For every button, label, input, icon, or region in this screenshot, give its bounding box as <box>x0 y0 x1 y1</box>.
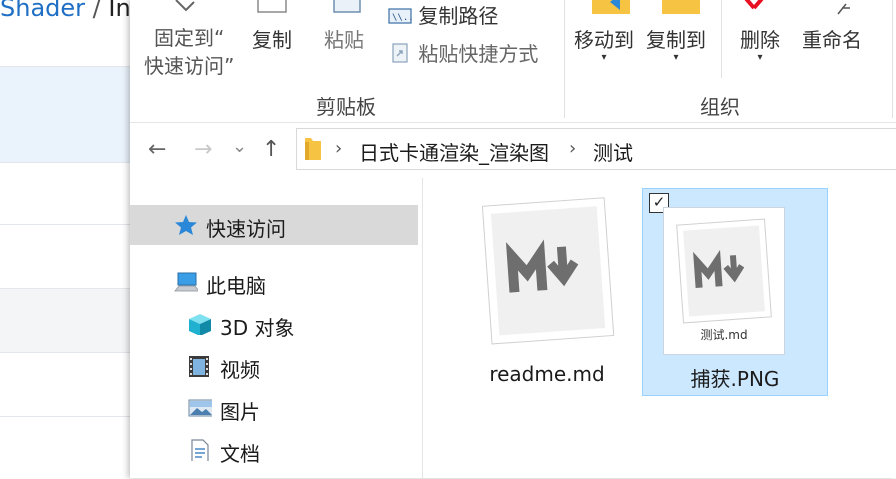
recent-locations-icon[interactable]: ⌄ <box>232 136 247 157</box>
address-bar[interactable]: › 日式卡通渲染_渲染图 › 测试 <box>296 128 896 170</box>
background-row[interactable] <box>0 224 130 289</box>
background-row[interactable] <box>0 352 130 417</box>
nav-item-label: 快速访问 <box>206 217 286 241</box>
breadcrumb-separator-icon[interactable]: › <box>569 138 576 159</box>
copy-button[interactable]: 复制 <box>252 24 292 53</box>
nav-item-pictures[interactable]: 图片 <box>130 388 418 428</box>
delete-icon <box>744 0 764 10</box>
copy-path-icon: \\.. <box>388 8 414 24</box>
background-row[interactable] <box>0 288 130 353</box>
chevron-down-icon: ▾ <box>757 52 763 63</box>
organize-group-label: 组织 <box>700 95 740 119</box>
paste-shortcut-button[interactable]: 粘贴快捷方式 <box>388 38 538 67</box>
background-row[interactable] <box>0 162 130 225</box>
background-window[interactable]: Shader / In <box>0 0 131 479</box>
file-list: readme.md ✓ 测试.md 捕获.PNG <box>423 178 896 478</box>
rename-icon <box>837 3 850 15</box>
rename-button[interactable]: 重命名 <box>802 24 862 53</box>
back-arrow-icon[interactable]: ← <box>148 137 166 162</box>
nav-item-this-pc[interactable]: 此电脑 <box>130 262 418 302</box>
paste-label: 粘贴 <box>324 28 364 52</box>
paste-icon <box>333 0 361 13</box>
background-row[interactable] <box>0 416 130 479</box>
chevron-down-icon: ▾ <box>601 52 607 63</box>
svg-text:\\..: \\.. <box>392 13 412 23</box>
move-to-icon <box>592 0 630 14</box>
file-item-selected[interactable]: ✓ 测试.md 捕获.PNG <box>642 188 828 396</box>
title-rest: In <box>108 0 131 22</box>
breadcrumb-item[interactable]: 测试 <box>593 137 633 166</box>
copy-to-label: 复制到 <box>646 28 706 52</box>
copy-path-button[interactable]: \\.. 复制路径 <box>388 0 498 29</box>
paste-shortcut-label: 粘贴快捷方式 <box>418 42 539 66</box>
pin-label-line2: 快速访问” <box>144 54 235 78</box>
nav-item-label: 视频 <box>220 358 260 382</box>
nav-item-quick-access[interactable]: 快速访问 <box>130 205 418 245</box>
ribbon: 固定到“ 快速访问” 复制 粘贴 \\.. 复制路径 粘贴快捷方式 剪贴板 移动… <box>130 0 896 123</box>
file-explorer-window: 固定到“ 快速访问” 复制 粘贴 \\.. 复制路径 粘贴快捷方式 剪贴板 移动… <box>130 0 896 478</box>
folder-icon <box>305 138 321 160</box>
cube-3d-icon <box>189 314 211 335</box>
title-primary: Shader <box>0 0 86 22</box>
markdown-preview-icon <box>676 218 772 324</box>
paste-shortcut-icon <box>392 43 408 63</box>
copy-label: 复制 <box>252 28 292 52</box>
video-icon <box>189 356 209 377</box>
ribbon-divider <box>564 0 565 118</box>
rename-label: 重命名 <box>802 28 862 52</box>
pin-label-line1: 固定到“ <box>154 26 225 50</box>
nav-item-documents[interactable]: 文档 <box>130 430 418 470</box>
markdown-file-icon <box>481 197 615 345</box>
copy-icon <box>257 0 287 13</box>
move-to-button[interactable]: 移动到 ▾ <box>574 24 634 63</box>
ribbon-divider <box>721 0 722 78</box>
star-icon <box>175 215 197 235</box>
paste-button[interactable]: 粘贴 <box>324 24 364 53</box>
forward-arrow-icon[interactable]: → <box>194 137 212 162</box>
pin-to-quick-access-button[interactable]: 固定到“ 快速访问” <box>144 24 234 80</box>
file-name: 捕获.PNG <box>690 367 780 391</box>
image-thumbnail-icon: 测试.md <box>663 207 785 355</box>
delete-button[interactable]: 删除 ▾ <box>740 24 780 63</box>
background-window-title: Shader / In <box>0 0 131 22</box>
clipboard-group-label: 剪贴板 <box>316 95 376 119</box>
nav-item-label: 图片 <box>220 400 260 424</box>
nav-item-label: 此电脑 <box>206 274 266 298</box>
background-row-highlighted[interactable] <box>0 66 130 163</box>
nav-item-label: 文档 <box>220 442 260 466</box>
navigation-pane: 快速访问 此电脑 3D 对象 视频 图片 文档 <box>130 178 423 478</box>
ribbon-divider <box>892 0 893 118</box>
file-name: readme.md <box>489 362 605 386</box>
breadcrumb-item[interactable]: 日式卡通渲染_渲染图 <box>359 137 549 166</box>
copy-to-icon <box>662 0 700 14</box>
delete-label: 删除 <box>740 28 780 52</box>
pictures-icon <box>188 399 212 417</box>
move-to-label: 移动到 <box>574 28 634 52</box>
documents-icon <box>191 439 209 461</box>
pin-icon <box>175 0 195 12</box>
chevron-down-icon: ▾ <box>673 52 679 63</box>
title-separator: / <box>92 0 101 22</box>
nav-item-label: 3D 对象 <box>220 316 295 340</box>
nav-item-videos[interactable]: 视频 <box>130 346 418 386</box>
copy-path-label: 复制路径 <box>418 4 499 28</box>
nav-item-3d-objects[interactable]: 3D 对象 <box>130 304 418 344</box>
up-arrow-icon[interactable]: ↑ <box>262 137 280 162</box>
thumbnail-caption: 测试.md <box>700 328 748 342</box>
copy-to-button[interactable]: 复制到 ▾ <box>646 24 706 63</box>
breadcrumb-separator-icon[interactable]: › <box>335 138 342 159</box>
file-item[interactable]: readme.md <box>455 188 639 394</box>
computer-icon <box>174 272 198 292</box>
